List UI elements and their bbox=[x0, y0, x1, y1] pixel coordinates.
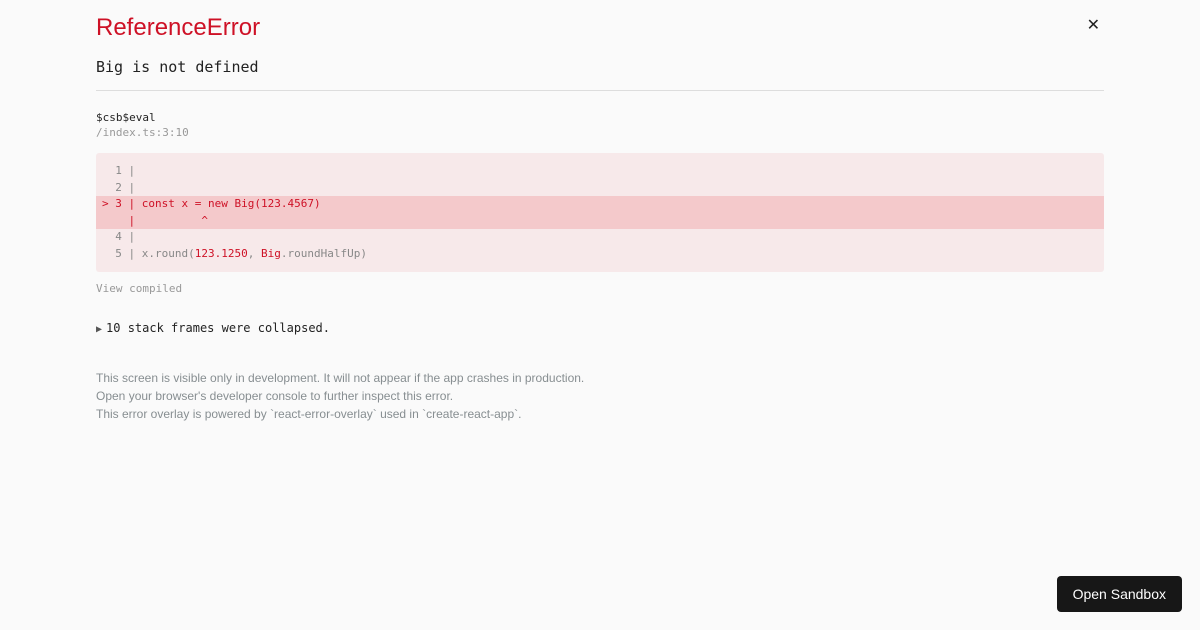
collapsed-frames-toggle[interactable]: ▶ 10 stack frames were collapsed. bbox=[96, 321, 1104, 335]
overlay-header: ReferenceError ✕ bbox=[96, 14, 1104, 42]
code-text: .roundHalfUp) bbox=[281, 247, 367, 260]
number-literal: 123.1250 bbox=[195, 247, 248, 260]
code-text: ( bbox=[254, 197, 261, 210]
disclosure-triangle-icon: ▶ bbox=[96, 324, 102, 335]
error-overlay: ReferenceError ✕ Big is not defined $csb… bbox=[0, 0, 1200, 423]
frame-file-link[interactable]: /index.ts:3:10 bbox=[96, 126, 1104, 139]
caret-line: | ^ bbox=[96, 213, 1104, 230]
code-text: , bbox=[248, 247, 261, 260]
highlighted-line: > 3 | const x = new Big(123.4567) bbox=[96, 196, 1104, 213]
code-text bbox=[228, 197, 235, 210]
divider bbox=[96, 90, 1104, 91]
open-sandbox-button[interactable]: Open Sandbox bbox=[1057, 576, 1182, 612]
identifier-big: Big bbox=[261, 247, 281, 260]
view-compiled-link[interactable]: View compiled bbox=[96, 282, 1104, 295]
footer-line: This error overlay is powered by `react-… bbox=[96, 405, 1104, 423]
close-icon[interactable]: ✕ bbox=[1083, 14, 1104, 38]
collapsed-frames-label: 10 stack frames were collapsed. bbox=[106, 321, 330, 335]
gutter: > 3 | bbox=[102, 197, 142, 210]
code-text: x.round( bbox=[142, 247, 195, 260]
error-type: ReferenceError bbox=[96, 14, 260, 42]
gutter: | bbox=[102, 214, 142, 227]
footer-line: Open your browser's developer console to… bbox=[96, 387, 1104, 405]
code-text: x = bbox=[175, 197, 208, 210]
frame-header: $csb$eval /index.ts:3:10 bbox=[96, 111, 1104, 139]
gutter: 1 | bbox=[102, 164, 142, 177]
footer-line: This screen is visible only in developme… bbox=[96, 369, 1104, 387]
gutter: 5 | bbox=[102, 247, 142, 260]
gutter: 2 | bbox=[102, 181, 142, 194]
code-text: ) bbox=[314, 197, 321, 210]
keyword-const: const bbox=[142, 197, 175, 210]
caret: ^ bbox=[142, 214, 208, 227]
overlay-footer: This screen is visible only in developme… bbox=[96, 369, 1104, 423]
number-literal: 123.4567 bbox=[261, 197, 314, 210]
code-snippet: 1 | 2 | > 3 | const x = new Big(123.4567… bbox=[96, 153, 1104, 272]
keyword-new: new bbox=[208, 197, 228, 210]
identifier-big: Big bbox=[235, 197, 255, 210]
error-message: Big is not defined bbox=[96, 58, 1104, 76]
gutter: 4 | bbox=[102, 230, 142, 243]
frame-function: $csb$eval bbox=[96, 111, 1104, 124]
